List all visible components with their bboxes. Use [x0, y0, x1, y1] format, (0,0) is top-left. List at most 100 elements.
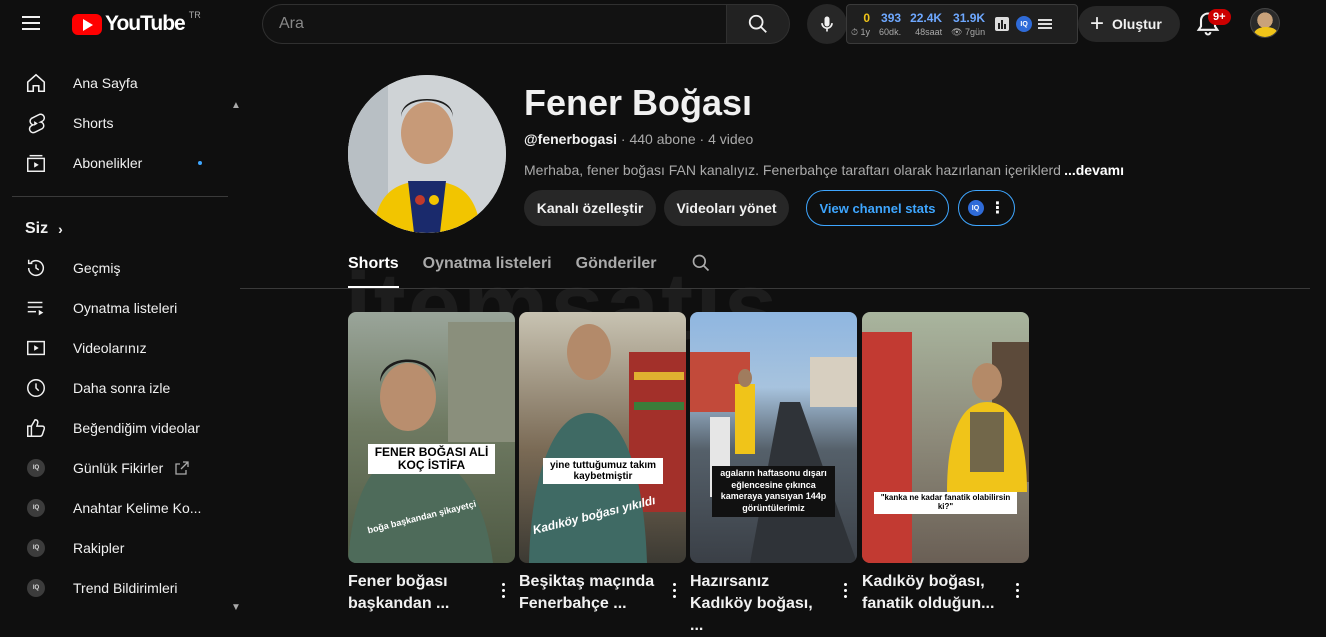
- short-caption: agaların haftasonu dışarı eğlencesine çı…: [712, 466, 835, 517]
- vidiq-options-button[interactable]: IQ ⋮: [958, 190, 1015, 226]
- scroll-down-arrow-icon[interactable]: ▼: [231, 602, 241, 613]
- thumbnail-image: [862, 332, 1029, 563]
- home-icon: [24, 71, 48, 95]
- more-vert-icon[interactable]: [664, 578, 684, 602]
- list-menu-icon[interactable]: [1038, 17, 1053, 31]
- youtube-logo[interactable]: YouTube TR: [72, 10, 201, 37]
- sidebar: ▲ Ana Sayfa Shorts Abonelikler Siz › Geç…: [0, 48, 241, 616]
- sidebar-item-daily-ideas[interactable]: IQ Günlük Fikirler: [12, 448, 230, 488]
- sidebar-item-subscriptions[interactable]: Abonelikler: [12, 143, 230, 183]
- vidiq-stats-panel[interactable]: 0 ⏱ 1y 393 60dk. 22.4K 48saat 31.9K 👁 7g…: [846, 4, 1078, 44]
- short-title-line: Kadıköy boğası,: [862, 573, 985, 590]
- search-bar: [262, 4, 790, 44]
- short-card[interactable]: yine tuttuğumuz takım kaybetmiştir Kadık…: [519, 312, 686, 615]
- top-bar: YouTube TR 0 ⏱ 1y 393 60dk. 22.4K 48saat…: [0, 0, 1326, 48]
- more-link[interactable]: ...devamı: [1060, 162, 1124, 178]
- short-title-line: Fenerbahçe ...: [519, 595, 627, 612]
- view-channel-stats-button[interactable]: View channel stats: [806, 190, 949, 226]
- tab-posts[interactable]: Gönderiler: [576, 250, 657, 288]
- stat-label: 60dk.: [879, 27, 902, 37]
- customize-channel-button[interactable]: Kanalı özelleştir: [524, 190, 656, 226]
- you-label: Siz: [25, 220, 49, 237]
- more-vert-icon[interactable]: [1007, 578, 1027, 602]
- sidebar-item-label: Günlük Fikirler: [73, 460, 164, 476]
- channel-description[interactable]: Merhaba, fener boğası FAN kanalıyız. Fen…: [524, 162, 1124, 178]
- sidebar-item-playlists[interactable]: Oynatma listeleri: [12, 288, 230, 328]
- short-thumbnail[interactable]: "kanka ne kadar fanatik olabilirsin ki?": [862, 312, 1029, 563]
- external-link-icon: [175, 461, 189, 475]
- short-title[interactable]: Hazırsanız Kadıköy boğası, ...: [690, 571, 830, 637]
- search-input[interactable]: [262, 4, 726, 44]
- short-thumbnail[interactable]: agaların haftasonu dışarı eğlencesine çı…: [690, 312, 857, 563]
- sidebar-item-label: Beğendiğim videolar: [73, 420, 200, 436]
- sidebar-item-history[interactable]: Geçmiş: [12, 248, 230, 288]
- tab-playlists[interactable]: Oynatma listeleri: [423, 250, 552, 288]
- new-content-dot: [198, 161, 202, 165]
- channel-avatar[interactable]: [348, 75, 506, 233]
- short-title[interactable]: Fener boğası başkandan ...: [348, 571, 488, 615]
- thumbnail-image: [690, 352, 857, 563]
- account-avatar[interactable]: [1250, 8, 1280, 38]
- short-title-line: Beşiktaş maçında: [519, 573, 655, 590]
- short-title-line: Fener boğası: [348, 573, 448, 590]
- tab-shorts[interactable]: Shorts: [348, 250, 399, 288]
- sidebar-item-keyword[interactable]: IQ Anahtar Kelime Ko...: [12, 488, 230, 528]
- iq-icon: IQ: [27, 459, 45, 477]
- more-vert-icon: ⋮: [989, 200, 1006, 217]
- short-thumbnail[interactable]: FENER BOĞASI ALİ KOÇ İSTİFA boğa başkand…: [348, 312, 515, 563]
- sidebar-item-shorts[interactable]: Shorts: [12, 103, 230, 143]
- liked-icon: [24, 416, 48, 440]
- subscriptions-icon: [24, 151, 48, 175]
- channel-title: Fener Boğası: [524, 82, 753, 123]
- history-icon: [24, 256, 48, 280]
- chevron-right-icon: ›: [58, 221, 63, 237]
- iq-icon: IQ: [27, 539, 45, 557]
- bar-chart-icon[interactable]: [994, 16, 1010, 32]
- short-caption: yine tuttuğumuz takım kaybetmiştir: [543, 458, 663, 484]
- sidebar-item-label: Trend Bildirimleri: [73, 580, 178, 596]
- short-title-line: fanatik olduğun...: [862, 595, 995, 612]
- create-button[interactable]: + Oluştur: [1078, 6, 1180, 42]
- more-vert-icon[interactable]: [835, 578, 855, 602]
- description-text: Merhaba, fener boğası FAN kanalıyız. Fen…: [524, 162, 1069, 178]
- more-vert-icon[interactable]: [493, 578, 513, 602]
- short-title[interactable]: Beşiktaş maçında Fenerbahçe ...: [519, 571, 659, 615]
- channel-avatar-image: [348, 75, 506, 233]
- you-section-header[interactable]: Siz ›: [25, 220, 63, 238]
- microphone-icon: [821, 16, 833, 32]
- stat-value: 22.4K: [910, 11, 943, 25]
- manage-videos-button[interactable]: Videoları yönet: [664, 190, 789, 226]
- short-caption: FENER BOĞASI ALİ KOÇ İSTİFA: [368, 444, 495, 475]
- short-card[interactable]: agaların haftasonu dışarı eğlencesine çı…: [690, 312, 857, 637]
- stat-value: 0: [863, 10, 871, 25]
- menu-icon[interactable]: [22, 12, 52, 36]
- sidebar-item-label: Abonelikler: [73, 155, 143, 171]
- sidebar-item-watch-later[interactable]: Daha sonra izle: [12, 368, 230, 408]
- short-card[interactable]: "kanka ne kadar fanatik olabilirsin ki?"…: [862, 312, 1029, 615]
- sidebar-item-your-videos[interactable]: Videolarınız: [12, 328, 230, 368]
- vidiq-icon: IQ: [967, 200, 984, 216]
- stat-label-text: 1y: [860, 26, 871, 37]
- vidiq-icon[interactable]: IQ: [1016, 16, 1033, 32]
- stat-value: 393: [881, 11, 902, 25]
- tab-search[interactable]: [691, 250, 711, 288]
- sidebar-item-label: Anahtar Kelime Ko...: [73, 500, 202, 516]
- short-thumbnail[interactable]: yine tuttuğumuz takım kaybetmiştir Kadık…: [519, 312, 686, 563]
- channel-tabs: Shorts Oynatma listeleri Gönderiler: [348, 250, 735, 288]
- short-title-line: başkandan ...: [348, 595, 450, 612]
- sidebar-item-trend-alerts[interactable]: IQ Trend Bildirimleri: [12, 568, 230, 608]
- stat-60dk: 393 60dk.: [879, 11, 901, 37]
- sidebar-item-competitors[interactable]: IQ Rakipler: [12, 528, 230, 568]
- stat-value: 31.9K: [953, 10, 986, 25]
- short-card[interactable]: FENER BOĞASI ALİ KOÇ İSTİFA boğa başkand…: [348, 312, 515, 615]
- stat-label: ⏱ 1y: [851, 26, 871, 37]
- voice-search-button[interactable]: [807, 4, 847, 44]
- sidebar-item-liked-videos[interactable]: Beğendiğim videolar: [12, 408, 230, 448]
- your-videos-icon: [24, 336, 48, 360]
- scroll-up-arrow-icon[interactable]: ▲: [231, 100, 241, 111]
- search-button[interactable]: [726, 4, 790, 44]
- sidebar-item-label: Geçmiş: [73, 260, 121, 276]
- watch-later-icon: [24, 376, 48, 400]
- sidebar-item-home[interactable]: Ana Sayfa: [12, 63, 230, 103]
- short-title[interactable]: Kadıköy boğası, fanatik olduğun...: [862, 571, 1002, 615]
